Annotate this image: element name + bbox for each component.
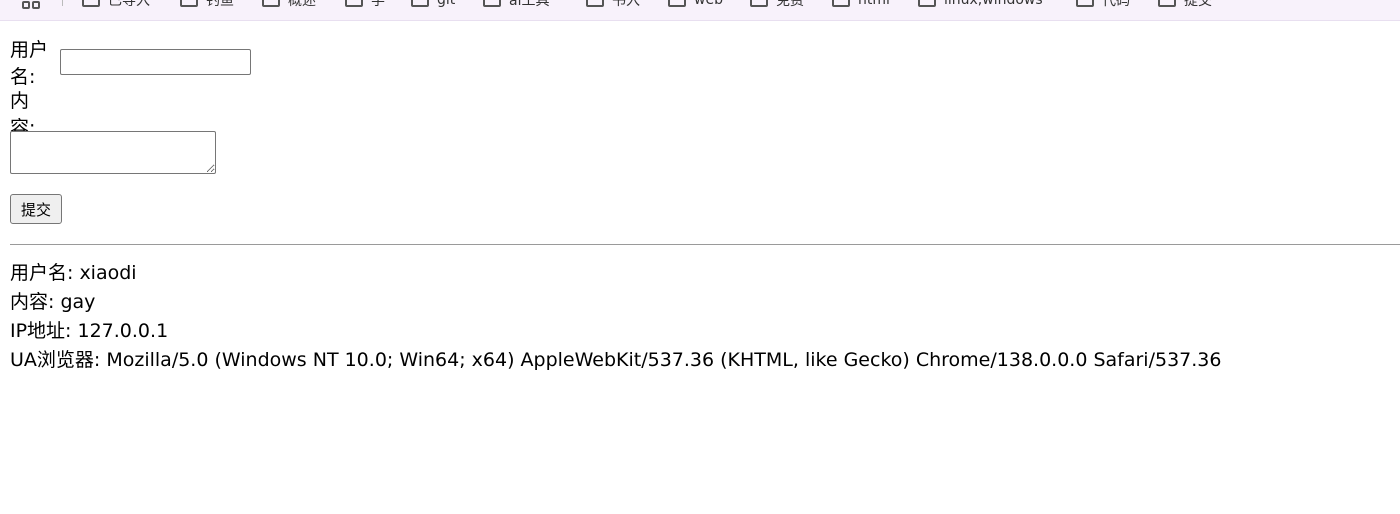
bookmark-folder-5[interactable]: git — [411, 0, 455, 9]
bookmarks-separator — [62, 0, 63, 6]
result-user-agent: UA浏览器: Mozilla/5.0 (Windows NT 10.0; Win… — [10, 349, 1222, 371]
bookmark-folder-3[interactable]: 概述 — [262, 0, 316, 9]
folder-icon — [345, 0, 363, 7]
result-ip: IP地址: 127.0.0.1 — [10, 320, 169, 342]
username-input[interactable] — [60, 49, 252, 75]
folder-icon — [411, 0, 429, 7]
apps-grid-icon[interactable] — [22, 0, 40, 9]
bookmark-label: ai工具 — [509, 0, 550, 9]
bookmark-folder-12[interactable]: 代码 — [1076, 0, 1130, 9]
username-row: 用户名: — [10, 35, 252, 89]
folder-icon — [262, 0, 280, 7]
folder-icon — [1076, 0, 1094, 7]
bookmark-folder-10[interactable]: html — [832, 0, 890, 9]
folder-icon — [1158, 0, 1176, 7]
bookmark-label: web — [694, 0, 723, 8]
bookmark-label: 概述 — [288, 0, 316, 9]
result-username: 用户名: xiaodi — [10, 262, 137, 284]
bookmark-label: 学 — [371, 0, 385, 9]
bookmark-folder-6[interactable]: ai工具 — [483, 0, 549, 9]
folder-icon — [483, 0, 501, 7]
bookmark-label: linux,windows — [944, 0, 1043, 8]
bookmark-label: html — [858, 0, 890, 8]
folder-icon — [668, 0, 686, 7]
bookmark-label: git — [437, 0, 456, 8]
folder-icon — [750, 0, 768, 7]
content-textarea[interactable] — [10, 131, 216, 174]
bookmark-folder-4[interactable]: 学 — [345, 0, 385, 9]
bookmark-folder-9[interactable]: 免费 — [750, 0, 804, 9]
bookmark-label: 代码 — [1102, 0, 1130, 9]
folder-icon — [180, 0, 198, 7]
username-label: 用户名: — [10, 39, 49, 88]
folder-icon — [82, 0, 100, 7]
folder-icon — [832, 0, 850, 7]
divider — [10, 244, 1400, 245]
bookmark-label: 钓鱼 — [206, 0, 234, 9]
folder-icon — [586, 0, 604, 7]
bookmark-label: 已导入 — [108, 0, 150, 9]
folder-icon — [918, 0, 936, 7]
bookmark-folder-13[interactable]: 提交 — [1158, 0, 1212, 9]
bookmark-folder-2[interactable]: 钓鱼 — [180, 0, 234, 9]
bookmark-label: 提交 — [1184, 0, 1212, 9]
bookmark-folder-8[interactable]: web — [668, 0, 723, 9]
bookmark-folder-11[interactable]: linux,windows — [918, 0, 1043, 9]
bookmark-label: 书入 — [612, 0, 640, 9]
bookmark-folder-7[interactable]: 书入 — [586, 0, 640, 9]
submit-button[interactable]: 提交 — [10, 194, 62, 224]
result-content: 内容: gay — [10, 291, 96, 313]
submission-result: 用户名: xiaodi 内容: gay IP地址: 127.0.0.1 UA浏览… — [10, 259, 1221, 375]
bookmarks-bar: 已导入 钓鱼 概述 学 git ai工具 书入 web 免费 html linu… — [0, 0, 1400, 21]
bookmark-folder-1[interactable]: 已导入 — [82, 0, 150, 9]
bookmark-label: 免费 — [776, 0, 804, 9]
